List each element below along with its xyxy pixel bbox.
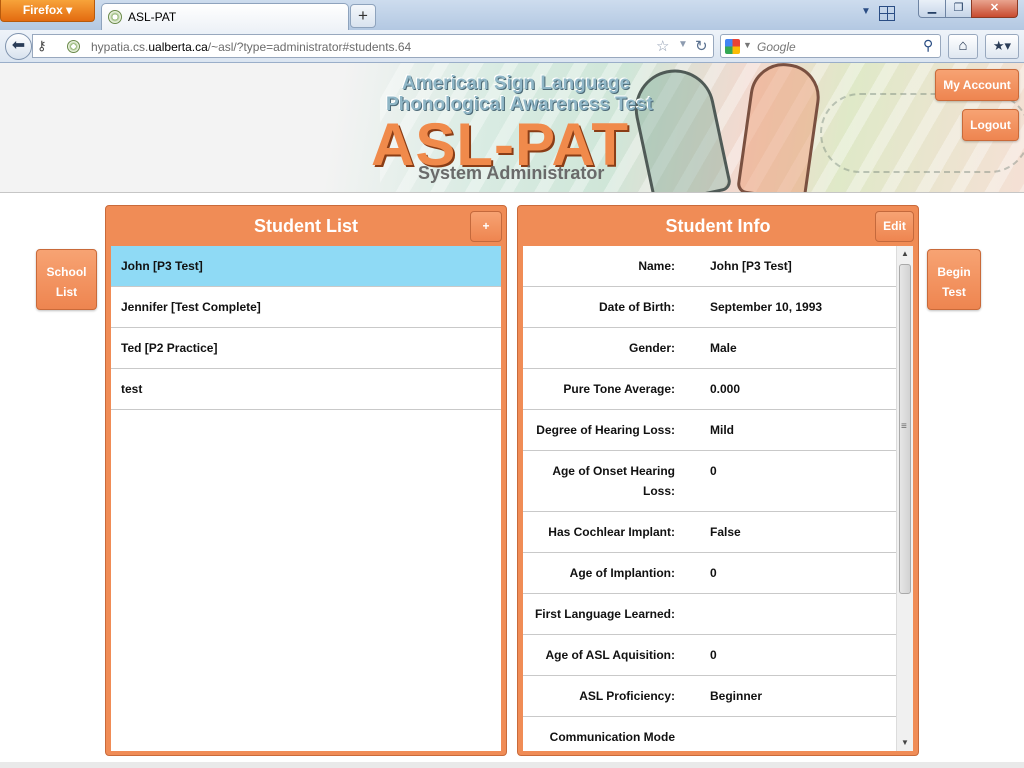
google-engine-icon[interactable] bbox=[725, 39, 740, 54]
search-icon[interactable]: ⚲ bbox=[923, 37, 933, 54]
engine-dropdown-icon[interactable]: ▼ bbox=[743, 40, 752, 50]
url-text[interactable]: hypatia.cs.ualberta.ca/~asl/?type=admini… bbox=[91, 40, 411, 54]
student-list-title: Student List bbox=[254, 216, 358, 236]
info-value: False bbox=[710, 525, 741, 539]
info-row-date-of-birth: Date of Birth: September 10, 1993 bbox=[523, 287, 913, 328]
info-row-age-of-implantion: Age of Implantion: 0 bbox=[523, 553, 913, 594]
browser-navbar: ⬅ ⚷ hypatia.cs.ualberta.ca/~asl/?type=ad… bbox=[0, 30, 1024, 63]
info-value: Mild bbox=[710, 423, 734, 437]
my-account-button[interactable]: My Account bbox=[935, 69, 1019, 101]
info-label: Age of Implantion: bbox=[569, 566, 675, 580]
add-student-button[interactable]: + bbox=[470, 211, 502, 242]
info-label: Has Cochlear Implant: bbox=[548, 525, 675, 539]
info-label: Date of Birth: bbox=[599, 300, 675, 314]
site-banner: American Sign Language Phonological Awar… bbox=[0, 63, 1024, 193]
bookmarks-menu-button[interactable]: ★▾ bbox=[985, 34, 1019, 59]
site-favicon-icon bbox=[108, 10, 122, 24]
student-list-panel: Student List + John [P3 Test] Jennifer [… bbox=[105, 205, 507, 756]
info-value: 0 bbox=[710, 464, 717, 478]
bookmark-star-icon[interactable]: ☆ bbox=[656, 37, 669, 55]
student-info-panel: Student Info Edit Name: John [P3 Test] D… bbox=[517, 205, 919, 756]
status-edge bbox=[0, 762, 1024, 768]
search-bar[interactable]: ▼ Google ⚲ bbox=[720, 34, 941, 58]
identity-key-icon[interactable]: ⚷ bbox=[37, 38, 47, 54]
student-row-ted[interactable]: Ted [P2 Practice] bbox=[111, 328, 501, 369]
banner-subtitle-line1: American Sign Language bbox=[402, 73, 631, 94]
info-row-gender: Gender: Male bbox=[523, 328, 913, 369]
school-list-label-line1: School bbox=[46, 265, 87, 279]
tab-groups-icon[interactable] bbox=[879, 6, 895, 21]
info-row-age-of-onset: Age of Onset Hearing Loss: 0 bbox=[523, 451, 913, 512]
tab-asl-pat[interactable]: ASL-PAT bbox=[101, 3, 349, 30]
info-row-communication-mode: Communication Mode bbox=[523, 717, 913, 751]
close-window-button[interactable]: ✕ bbox=[971, 0, 1018, 18]
scroll-thumb[interactable] bbox=[899, 264, 911, 594]
student-row-john[interactable]: John [P3 Test] bbox=[111, 246, 501, 287]
home-button[interactable]: ⌂ bbox=[948, 34, 978, 59]
list-all-tabs-icon[interactable]: ▼ bbox=[856, 6, 876, 22]
search-placeholder: Google bbox=[757, 40, 796, 54]
info-row-first-language: First Language Learned: bbox=[523, 594, 913, 635]
begin-test-label-line2: Test bbox=[942, 285, 966, 299]
info-label: Communication Mode bbox=[549, 730, 675, 744]
info-scrollbar[interactable]: ▲ ▼ bbox=[896, 246, 913, 751]
info-value: 0 bbox=[710, 566, 717, 580]
begin-test-label-line1: Begin bbox=[937, 265, 971, 279]
reload-icon[interactable]: ↻ bbox=[695, 37, 708, 55]
student-list: John [P3 Test] Jennifer [Test Complete] … bbox=[111, 246, 501, 751]
info-row-asl-proficiency: ASL Proficiency: Beginner bbox=[523, 676, 913, 717]
student-row-jennifer[interactable]: Jennifer [Test Complete] bbox=[111, 287, 501, 328]
info-value: 0 bbox=[710, 648, 717, 662]
begin-test-button[interactable]: Begin Test bbox=[927, 249, 981, 310]
info-label: Name: bbox=[638, 259, 675, 273]
student-info-title: Student Info bbox=[665, 216, 771, 236]
minimize-button[interactable]: ▁ bbox=[918, 0, 946, 18]
info-row-name: Name: John [P3 Test] bbox=[523, 246, 913, 287]
info-value: September 10, 1993 bbox=[710, 300, 823, 314]
edit-student-button[interactable]: Edit bbox=[875, 211, 914, 242]
site-identity-icon bbox=[67, 40, 80, 53]
logout-button[interactable]: Logout bbox=[962, 109, 1019, 141]
info-label: Gender: bbox=[628, 341, 675, 355]
info-row-cochlear-implant: Has Cochlear Implant: False bbox=[523, 512, 913, 553]
banner-role: System Administrator bbox=[418, 163, 605, 183]
student-info-table: Name: John [P3 Test] Date of Birth: Sept… bbox=[523, 246, 913, 751]
info-value: John [P3 Test] bbox=[710, 259, 792, 273]
info-row-hearing-loss: Degree of Hearing Loss: Mild bbox=[523, 410, 913, 451]
scroll-up-icon[interactable]: ▲ bbox=[897, 246, 913, 262]
info-value: 0.000 bbox=[710, 382, 741, 396]
school-list-button[interactable]: School List bbox=[36, 249, 97, 310]
info-label: Age of ASL Aquisition: bbox=[545, 648, 675, 662]
info-label: First Language Learned: bbox=[534, 607, 675, 621]
url-bar[interactable]: ⚷ hypatia.cs.ualberta.ca/~asl/?type=admi… bbox=[32, 34, 714, 58]
info-value: Male bbox=[710, 341, 737, 355]
browser-titlebar: Firefox ▾ ASL-PAT + ▼ ▁ ❐ ✕ bbox=[0, 0, 1024, 30]
info-label: Degree of Hearing Loss: bbox=[536, 423, 675, 437]
firefox-menu-button[interactable]: Firefox ▾ bbox=[0, 0, 95, 22]
info-row-asl-aquisition: Age of ASL Aquisition: 0 bbox=[523, 635, 913, 676]
info-label: ASL Proficiency: bbox=[579, 689, 675, 703]
info-row-pure-tone-average: Pure Tone Average: 0.000 bbox=[523, 369, 913, 410]
tab-title: ASL-PAT bbox=[128, 10, 177, 24]
back-button[interactable]: ⬅ bbox=[5, 33, 32, 60]
scroll-down-icon[interactable]: ▼ bbox=[897, 735, 913, 751]
info-label: Age of Onset Hearing Loss: bbox=[552, 464, 675, 498]
history-dropdown-icon[interactable]: ▼ bbox=[678, 39, 688, 50]
info-value: Beginner bbox=[710, 689, 763, 703]
student-row-test[interactable]: test bbox=[111, 369, 501, 410]
maximize-button[interactable]: ❐ bbox=[945, 0, 972, 18]
new-tab-button[interactable]: + bbox=[350, 4, 376, 28]
school-list-label-line2: List bbox=[55, 285, 78, 299]
info-label: Pure Tone Average: bbox=[563, 382, 675, 396]
